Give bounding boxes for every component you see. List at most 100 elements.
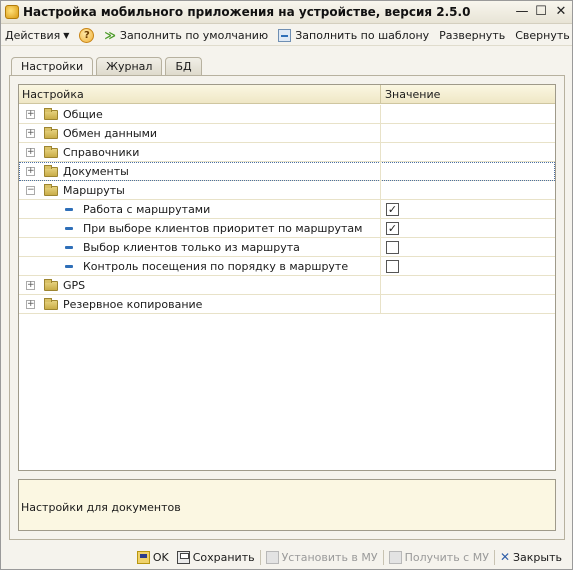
set-to-mu-label: Установить в МУ: [281, 550, 378, 564]
help-button[interactable]: ?: [75, 26, 98, 45]
help-icon: ?: [79, 27, 95, 43]
setting-checkbox[interactable]: [386, 260, 399, 273]
tab-settings[interactable]: Настройки: [11, 57, 94, 76]
expand-button[interactable]: Развернуть: [435, 26, 509, 45]
column-divider: [380, 162, 381, 181]
tree-row-label: Документы: [63, 165, 129, 178]
template-icon: [278, 28, 292, 42]
save-label: Сохранить: [192, 550, 255, 564]
upload-to-device-icon: [265, 550, 279, 564]
tree-row-data-exchange[interactable]: + Обмен данными: [19, 124, 555, 143]
tab-bar: Настройки Журнал БД: [11, 57, 205, 76]
tree-row-work-with-routes[interactable]: Работа с маршрутами ✓: [19, 200, 555, 219]
tree-row-general[interactable]: + Общие: [19, 105, 555, 124]
title-bar: Настройка мобильного приложения на устро…: [1, 1, 572, 24]
tree-row-label: Общие: [63, 108, 103, 121]
save-icon: [176, 550, 190, 564]
fill-default-button[interactable]: ≫ Заполнить по умолчанию: [100, 26, 272, 45]
fill-default-label: Заполнить по умолчанию: [119, 28, 269, 42]
tree-row-label: Резервное копирование: [63, 298, 203, 311]
bottom-separator: [382, 549, 384, 565]
setting-checkbox[interactable]: [386, 241, 399, 254]
tree-row-routes[interactable]: − Маршруты: [19, 181, 555, 200]
ok-icon: [136, 550, 150, 564]
collapse-button[interactable]: Свернуть: [511, 26, 573, 45]
expand-plus-icon[interactable]: +: [26, 110, 35, 119]
expand-plus-icon[interactable]: +: [26, 300, 35, 309]
column-header-value[interactable]: Значение: [385, 88, 440, 101]
fill-template-button[interactable]: Заполнить по шаблону: [274, 26, 433, 45]
column-divider: [380, 105, 381, 124]
expand-plus-icon[interactable]: +: [26, 281, 35, 290]
tree-row-label: Маршруты: [63, 184, 125, 197]
folder-icon: [44, 298, 58, 310]
expand-plus-icon[interactable]: +: [26, 167, 35, 176]
close-label: Закрыть: [513, 550, 562, 564]
folder-icon: [44, 146, 58, 158]
column-divider: [380, 257, 381, 276]
column-divider: [380, 181, 381, 200]
tree-row-catalogs[interactable]: + Справочники: [19, 143, 555, 162]
bottom-separator: [493, 549, 495, 565]
get-from-mu-label: Получить с МУ: [404, 550, 489, 564]
column-divider: [380, 200, 381, 219]
tree-row-clients-only-from-route[interactable]: Выбор клиентов только из маршрута: [19, 238, 555, 257]
tree-row-label: Работа с маршрутами: [83, 203, 211, 216]
settings-panel: Настройка Значение + Общие + Обмен данны…: [9, 75, 565, 540]
column-divider: [380, 238, 381, 257]
settings-tree: Настройка Значение + Общие + Обмен данны…: [18, 84, 556, 471]
folder-icon: [44, 108, 58, 120]
expand-plus-icon[interactable]: +: [26, 148, 35, 157]
tree-row-label: Выбор клиентов только из маршрута: [83, 241, 300, 254]
tree-header: Настройка Значение: [19, 85, 555, 104]
close-icon: ✕: [499, 550, 510, 564]
tree-row-label: Обмен данными: [63, 127, 158, 140]
download-from-device-icon: [388, 550, 402, 564]
column-divider: [380, 143, 381, 162]
tree-row-visit-order-control[interactable]: Контроль посещения по порядку в маршруте: [19, 257, 555, 276]
folder-icon: [44, 184, 58, 196]
toolbar: Действия ▼ ? ≫ Заполнить по умолчанию За…: [1, 25, 572, 46]
settings-window: Настройка мобильного приложения на устро…: [0, 0, 573, 570]
tree-row-gps[interactable]: + GPS: [19, 276, 555, 295]
close-button[interactable]: ✕ Закрыть: [496, 547, 566, 567]
setting-item-icon: [65, 208, 73, 211]
column-divider: [380, 85, 381, 104]
expand-plus-icon[interactable]: +: [26, 129, 35, 138]
tree-row-label: При выборе клиентов приоритет по маршрут…: [83, 222, 363, 235]
tree-row-label: Контроль посещения по порядку в маршруте: [83, 260, 349, 273]
tree-row-route-priority[interactable]: При выборе клиентов приоритет по маршрут…: [19, 219, 555, 238]
tree-row-backup[interactable]: + Резервное копирование: [19, 295, 555, 314]
actions-menu-button[interactable]: Действия ▼: [1, 26, 73, 45]
dropdown-arrow-icon: ▼: [63, 30, 70, 40]
save-button[interactable]: Сохранить: [173, 547, 259, 567]
actions-label: Действия: [5, 28, 61, 42]
column-divider: [380, 124, 381, 143]
folder-icon: [44, 279, 58, 291]
setting-item-icon: [65, 246, 73, 249]
window-title: Настройка мобильного приложения на устро…: [23, 5, 471, 19]
setting-checkbox[interactable]: ✓: [386, 222, 399, 235]
fill-template-label: Заполнить по шаблону: [295, 28, 430, 42]
ok-label: OK: [152, 550, 169, 564]
ok-button[interactable]: OK: [133, 547, 173, 567]
folder-icon: [44, 165, 58, 177]
column-divider: [380, 295, 381, 314]
tab-journal[interactable]: Журнал: [96, 57, 163, 75]
tab-db[interactable]: БД: [165, 57, 202, 75]
minimize-button[interactable]: —: [514, 4, 530, 20]
get-from-mu-button[interactable]: Получить с МУ: [385, 547, 493, 567]
tree-row-label: GPS: [63, 279, 86, 292]
tree-row-documents[interactable]: + Документы: [19, 162, 555, 181]
set-to-mu-button[interactable]: Установить в МУ: [262, 547, 382, 567]
collapse-minus-icon[interactable]: −: [26, 186, 35, 195]
maximize-button[interactable]: ☐: [533, 4, 549, 20]
double-chevron-icon: ≫: [104, 28, 116, 42]
setting-checkbox[interactable]: ✓: [386, 203, 399, 216]
description-box: Настройки для документов: [18, 479, 556, 531]
column-header-setting[interactable]: Настройка: [22, 88, 84, 101]
description-text: Настройки для документов: [21, 501, 181, 514]
column-divider: [380, 219, 381, 238]
tree-row-label: Справочники: [63, 146, 140, 159]
close-window-button[interactable]: ✕: [553, 4, 569, 20]
